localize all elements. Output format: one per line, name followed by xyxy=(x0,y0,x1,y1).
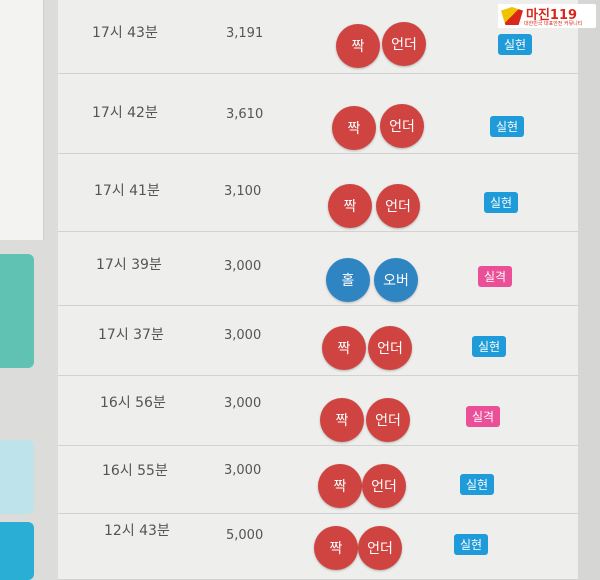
row-amount: 3,100 xyxy=(224,184,262,199)
pick-ball-parity: 짝 xyxy=(336,24,380,68)
result-badge: 실현 xyxy=(498,34,533,55)
bet-history-list: 17시 43분 3,191 짝 언더 실현 17시 42분 3,610 짝 언더 실현 17시 41… xyxy=(58,0,578,580)
left-sidebar xyxy=(0,0,58,580)
row-time: 17시 39분 xyxy=(96,257,162,273)
pick-ball-overunder: 언더 xyxy=(362,464,406,508)
row-amount: 3,000 xyxy=(224,463,262,478)
table-row[interactable]: 17시 39분 3,000 홀 오버 실격 xyxy=(58,232,578,306)
table-row[interactable]: 12시 43분 5,000 짝 언더 실현 xyxy=(58,506,578,580)
row-amount: 3,000 xyxy=(224,259,262,274)
pick-ball-parity: 짝 xyxy=(332,106,376,150)
row-amount: 3,000 xyxy=(224,396,262,411)
row-time: 16시 56분 xyxy=(100,395,166,411)
pick-ball-parity: 짝 xyxy=(314,526,358,570)
row-amount: 5,000 xyxy=(226,528,264,543)
table-row[interactable]: 17시 41분 3,100 짝 언더 실현 xyxy=(58,158,578,232)
logo-subtitle: 대한민국 대표안전 커뮤니티 xyxy=(524,21,583,27)
sidebar-cyan-button[interactable] xyxy=(0,522,34,580)
result-badge: 실격 xyxy=(478,266,513,287)
row-time: 17시 37분 xyxy=(98,327,164,343)
pick-ball-parity: 짝 xyxy=(318,464,362,508)
result-badge: 실현 xyxy=(484,192,519,213)
row-time: 17시 43분 xyxy=(92,25,158,41)
pick-ball-overunder: 언더 xyxy=(380,104,424,148)
row-time: 12시 43분 xyxy=(104,523,170,539)
table-row[interactable]: 16시 55분 3,000 짝 언더 실현 xyxy=(58,440,578,514)
pick-ball-overunder: 언더 xyxy=(358,526,402,570)
result-badge: 실현 xyxy=(490,116,525,137)
row-time: 17시 41분 xyxy=(94,183,160,199)
pick-ball-overunder: 언더 xyxy=(382,22,426,66)
sidebar-panel xyxy=(0,0,44,240)
row-time: 17시 42분 xyxy=(92,105,158,121)
table-row[interactable]: 17시 42분 3,610 짝 언더 실현 xyxy=(58,80,578,154)
pick-ball-overunder: 언더 xyxy=(368,326,412,370)
sidebar-teal-button[interactable] xyxy=(0,254,34,368)
table-row[interactable]: 16시 56분 3,000 짝 언더 실격 xyxy=(58,372,578,446)
row-time: 16시 55분 xyxy=(102,463,168,479)
result-badge: 실격 xyxy=(466,406,501,427)
pick-ball-overunder: 언더 xyxy=(376,184,420,228)
screen-edge xyxy=(578,0,600,580)
table-row[interactable]: 17시 37분 3,000 짝 언더 실현 xyxy=(58,302,578,376)
pick-ball-parity: 짝 xyxy=(328,184,372,228)
result-badge: 실현 xyxy=(454,534,489,555)
sidebar-pale-button[interactable] xyxy=(0,440,34,514)
result-badge: 실현 xyxy=(472,336,507,357)
pick-ball-parity: 홀 xyxy=(326,258,370,302)
site-logo: 마진119 대한민국 대표안전 커뮤니티 xyxy=(498,4,596,28)
row-amount: 3,000 xyxy=(224,328,262,343)
row-amount: 3,191 xyxy=(226,26,264,41)
row-amount: 3,610 xyxy=(226,107,264,122)
eagle-emblem-icon xyxy=(501,7,523,25)
pick-ball-overunder: 오버 xyxy=(374,258,418,302)
pick-ball-parity: 짝 xyxy=(322,326,366,370)
pick-ball-parity: 짝 xyxy=(320,398,364,442)
result-badge: 실현 xyxy=(460,474,495,495)
pick-ball-overunder: 언더 xyxy=(366,398,410,442)
